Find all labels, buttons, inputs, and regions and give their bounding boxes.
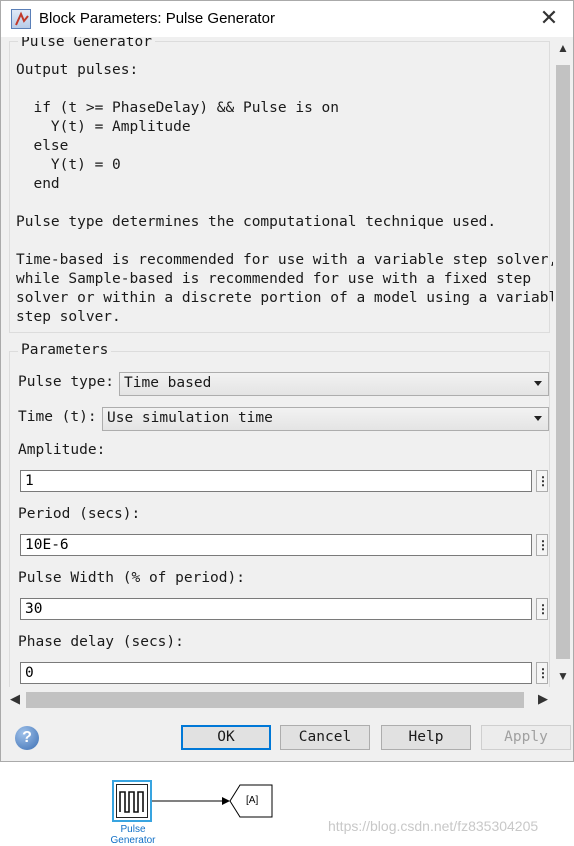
chevron-down-icon (534, 416, 542, 421)
description-line: step solver. (16, 309, 121, 325)
time-value: Use simulation time (107, 410, 273, 426)
block-label-line: Pulse (120, 824, 146, 835)
block-label-line: Generator (110, 835, 156, 846)
description-line: Y(t) = 0 (16, 157, 121, 173)
pulse-type-label: Pulse type: (18, 374, 115, 390)
goto-tag: [A] (246, 795, 259, 806)
block-parameters-dialog: Block Parameters: Pulse Generator ✕ Puls… (0, 0, 574, 762)
amplitude-label: Amplitude: (18, 442, 106, 458)
scroll-up-icon[interactable]: ▲ (557, 41, 569, 55)
pulse-generator-label: Pulse Generator (100, 824, 166, 846)
amplitude-field[interactable] (20, 470, 532, 492)
description-line: while Sample-based is recommended for us… (16, 271, 532, 287)
description-line: Pulse type determines the computational … (16, 214, 497, 230)
vertical-scrollbar[interactable]: ▲ ▼ (553, 37, 573, 687)
close-icon[interactable]: ✕ (537, 7, 561, 31)
watermark: https://blog.csdn.net/fz835304205 (328, 818, 539, 834)
pulse-generator-block[interactable] (112, 780, 152, 822)
simulink-block-icon (11, 9, 31, 29)
help-icon[interactable]: ? (15, 726, 39, 750)
description-line: else (16, 138, 69, 154)
amplitude-more-icon[interactable]: ⋮ (536, 470, 549, 492)
signal-line[interactable] (152, 794, 232, 808)
model-canvas: Pulse Generator [A] https://blog.csdn.ne… (0, 762, 574, 846)
period-field[interactable] (20, 534, 532, 556)
scroll-left-icon[interactable]: ◀ (10, 691, 20, 707)
phase-delay-label: Phase delay (secs): (18, 634, 184, 650)
horizontal-scroll-thumb[interactable] (26, 692, 524, 708)
pulse-width-field[interactable] (20, 598, 532, 620)
help-button[interactable]: Help (381, 725, 471, 750)
phase-delay-more-icon[interactable]: ⋮ (536, 662, 549, 684)
ok-button[interactable]: OK (181, 725, 271, 750)
pulse-width-more-icon[interactable]: ⋮ (536, 598, 549, 620)
description-line: end (16, 176, 60, 192)
time-label: Time (t): (18, 409, 97, 425)
pulse-wave-icon (116, 784, 148, 818)
description-line: Y(t) = Amplitude (16, 119, 191, 135)
horizontal-scrollbar[interactable]: ◀ ▶ (6, 689, 553, 711)
pulse-width-label: Pulse Width (% of period): (18, 570, 245, 586)
title-bar: Block Parameters: Pulse Generator ✕ (1, 1, 573, 37)
period-label: Period (secs): (18, 506, 141, 522)
phase-delay-field[interactable] (20, 662, 532, 684)
button-bar: ? OK Cancel Help Apply (1, 713, 573, 761)
description-group-title: Pulse Generator (18, 37, 155, 50)
period-more-icon[interactable]: ⋮ (536, 534, 549, 556)
window-title: Block Parameters: Pulse Generator (39, 10, 275, 27)
pulse-type-value: Time based (124, 375, 212, 391)
scroll-right-icon[interactable]: ▶ (538, 691, 548, 707)
vertical-scroll-thumb[interactable] (556, 65, 570, 659)
parameters-group-title: Parameters (18, 342, 112, 358)
description-line: Time-based is recommended for use with a… (16, 252, 553, 268)
chevron-down-icon (534, 381, 542, 386)
description-line: solver or within a discrete portion of a… (16, 290, 553, 306)
scroll-down-icon[interactable]: ▼ (557, 669, 569, 683)
apply-button[interactable]: Apply (481, 725, 571, 750)
dialog-content: Pulse Generator Output pulses: if (t >= … (6, 37, 553, 687)
description-line: if (t >= PhaseDelay) && Pulse is on (16, 100, 340, 116)
description-line: Output pulses: (16, 62, 139, 78)
pulse-type-dropdown[interactable]: Time based (119, 372, 549, 396)
cancel-button[interactable]: Cancel (280, 725, 370, 750)
time-dropdown[interactable]: Use simulation time (102, 407, 549, 431)
